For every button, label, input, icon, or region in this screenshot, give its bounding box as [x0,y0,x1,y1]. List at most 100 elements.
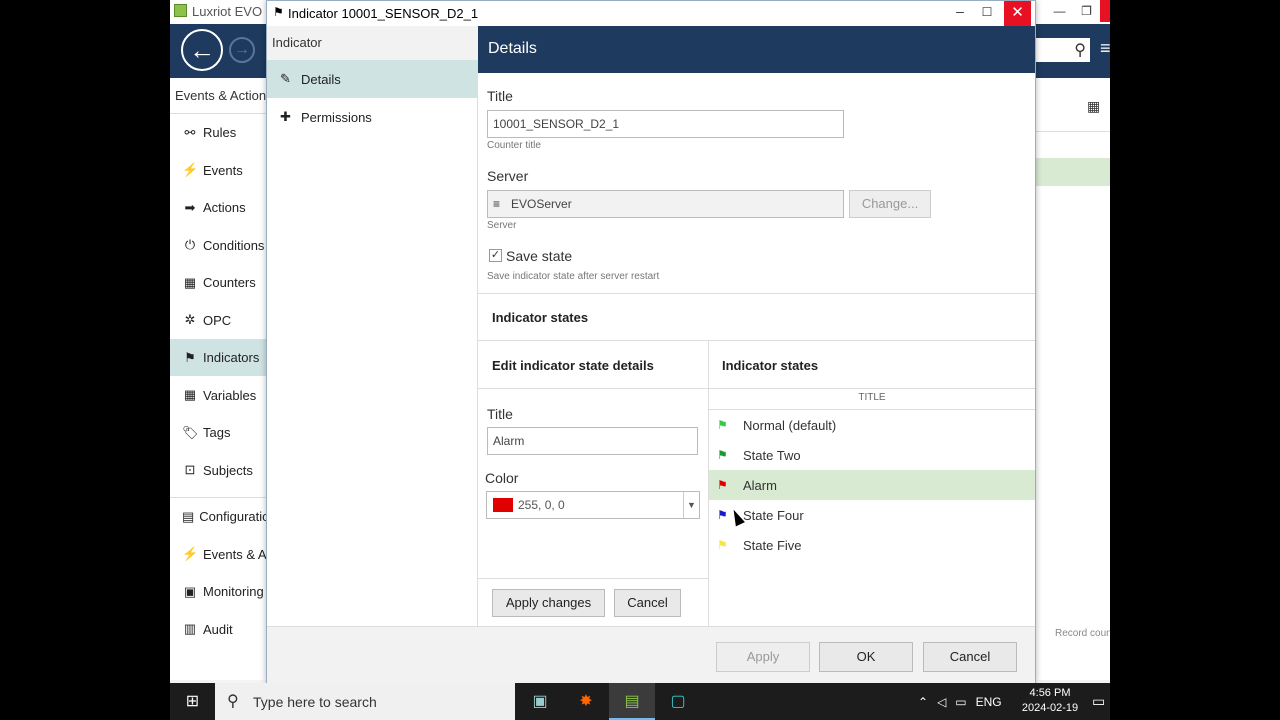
language-indicator[interactable]: ENG [976,695,1002,709]
flag-icon: ⚑ [717,418,728,432]
state-row[interactable]: ⚑ Normal (default) [709,410,1035,440]
taskbar-search-placeholder: Type here to search [253,694,377,710]
color-label: Color [485,470,519,486]
selected-row[interactable] [1035,158,1110,186]
color-select[interactable]: 255, 0, 0 ▼ [486,491,700,519]
states-column-header[interactable]: TITLE [709,391,1035,411]
dialog-nav-item-details[interactable]: ✎ Details [267,60,478,98]
state-title-label: Title [487,406,513,422]
background-app-title: Luxriot EVO [192,4,263,19]
ok-button[interactable]: OK [819,642,913,672]
sidebar-item-counters[interactable]: ▦ Counters [170,264,268,301]
taskbar-clock[interactable]: 4:56 PM 2024-02-19 [1020,686,1080,716]
change-server-button[interactable]: Change... [849,190,931,218]
dialog-nav-label: Details [301,71,341,87]
state-row[interactable]: ⚑ State Five [709,530,1035,560]
screen: Luxriot EVO — ❐ ← → ⚲ ≡ Events & Actions… [170,0,1110,720]
back-button[interactable]: ← [181,29,223,71]
counters-icon: ▦ [183,274,197,290]
minimize-icon[interactable]: — [1046,0,1073,22]
bottom-nav-monitoring[interactable]: ▣ Monitoring [170,573,268,610]
state-row[interactable]: ⚑ State Four [709,500,1035,530]
maximize-icon[interactable]: ☐ [977,5,997,19]
state-label: State Four [743,507,804,523]
state-title-field[interactable]: Alarm [487,427,698,455]
bottom-nav-audit[interactable]: ▥ Audit [170,611,268,648]
sidebar-item-variables[interactable]: ▦ Variables [170,377,268,414]
sidebar-item-label: Events [203,162,243,178]
network-icon[interactable]: ▭ [955,695,966,709]
close-icon[interactable]: ✕ [1004,1,1031,26]
color-value: 255, 0, 0 [518,498,565,512]
bottom-nav-configuration[interactable]: ▤ Configuration [170,498,268,535]
sidebar-item-subjects[interactable]: ⊡ Subjects [170,452,268,489]
state-row[interactable]: ⚑ Alarm [709,470,1035,500]
close-icon[interactable] [1100,0,1110,22]
chevron-up-icon[interactable]: ⌃ [918,695,928,709]
minimize-icon[interactable]: – [950,3,970,19]
events-icon: ⚡ [182,162,199,177]
configuration-icon: ▤ [182,508,195,524]
audit-icon: ▥ [183,621,197,636]
search-icon[interactable]: ⚲ [1074,40,1086,60]
taskbar-app-network-icon[interactable]: ▣ [517,683,563,720]
sidebar-item-label: Counters [203,275,256,290]
sidebar-item-rules[interactable]: ⚯ Rules [170,114,268,151]
sidebar-item-label: Rules [203,125,237,140]
sidebar-item-opc[interactable]: ✲ OPC [170,302,268,339]
record-count-label: Record count [1055,628,1110,639]
windows-start-icon[interactable]: ⊞ [170,683,215,720]
sidebar-item-conditions[interactable]: ⏻ Conditions [170,227,268,264]
server-field: ≡ EVOServer [487,190,844,218]
state-row[interactable]: ⚑ State Two [709,440,1035,470]
search-box[interactable]: ⚲ [1036,38,1090,62]
background-sidebar: Events & Actions ⚯ Rules ⚡ Events ➡ Actions ⏻ C… [170,78,273,680]
edit-panel-title: Edit indicator state details [492,358,654,373]
state-label: State Five [743,537,802,553]
taskbar-app-luxriot-icon[interactable]: ✸ [563,683,609,720]
hamburger-menu-icon[interactable]: ≡ [1100,39,1110,57]
title-field[interactable]: 10001_SENSOR_D2_1 [487,110,844,138]
divider [478,340,1035,341]
speaker-icon[interactable]: ◁ [937,695,946,709]
indicator-dialog: ⚑ Indicator 10001_SENSOR_D2_1 – ☐ ✕ Indi… [266,0,1036,683]
sidebar-item-label: Indicators [203,350,260,365]
sidebar-item-actions[interactable]: ➡ Actions [170,189,268,226]
divider [478,388,1035,389]
dialog-footer: Apply OK Cancel [267,626,1035,683]
save-state-checkbox[interactable]: ✓ [489,249,502,262]
state-label: Normal (default) [743,417,837,433]
notification-icon[interactable]: ▭ [1092,693,1105,710]
cancel-edit-button[interactable]: Cancel [614,589,681,617]
grid-settings-icon[interactable]: ▦ [1087,98,1100,115]
sidebar-item-tags[interactable]: 🏷 Tags [170,414,268,451]
maximize-icon[interactable]: ❐ [1073,0,1100,22]
dialog-nav-item-permissions[interactable]: ✚ Permissions [267,98,478,136]
chevron-down-icon[interactable]: ▼ [683,492,699,518]
state-label: State Two [743,447,801,463]
bottom-nav-label: Configuration [199,509,268,524]
cancel-button[interactable]: Cancel [923,642,1017,672]
taskbar-app-monitor-icon[interactable]: ▢ [655,683,701,720]
bottom-nav-events-actions[interactable]: ⚡ Events & Actions [170,536,268,573]
server-value: EVOServer [511,197,572,211]
sidebar-item-events[interactable]: ⚡ Events [170,152,268,189]
sidebar-item-label: Variables [203,387,257,403]
forward-button[interactable]: → [229,37,255,63]
sidebar-item-indicators[interactable]: ⚑ Indicators [170,339,268,376]
subjects-icon: ⊡ [184,462,196,477]
server-icon: ≡ [493,197,501,211]
apply-button[interactable]: Apply [716,642,810,672]
taskbar-app-evo-console-icon[interactable]: ▤ [609,683,655,720]
divider [1035,131,1110,132]
divider [478,293,1035,294]
sidebar-item-label: OPC [203,312,232,328]
sidebar-item-label: Subjects [203,462,253,478]
taskbar: ⊞ ⚲ Type here to search ▣ ✸ ▤ ▢ ⌃ ◁ ▭ EN… [170,683,1110,720]
bottom-nav-label: Monitoring [203,584,264,599]
apply-changes-button[interactable]: Apply changes [492,589,605,617]
tags-icon: 🏷 [182,424,199,440]
bottom-nav-label: Events & Actions [203,546,268,562]
states-panel-title: Indicator states [722,358,819,373]
taskbar-search[interactable]: ⚲ Type here to search [215,683,515,720]
